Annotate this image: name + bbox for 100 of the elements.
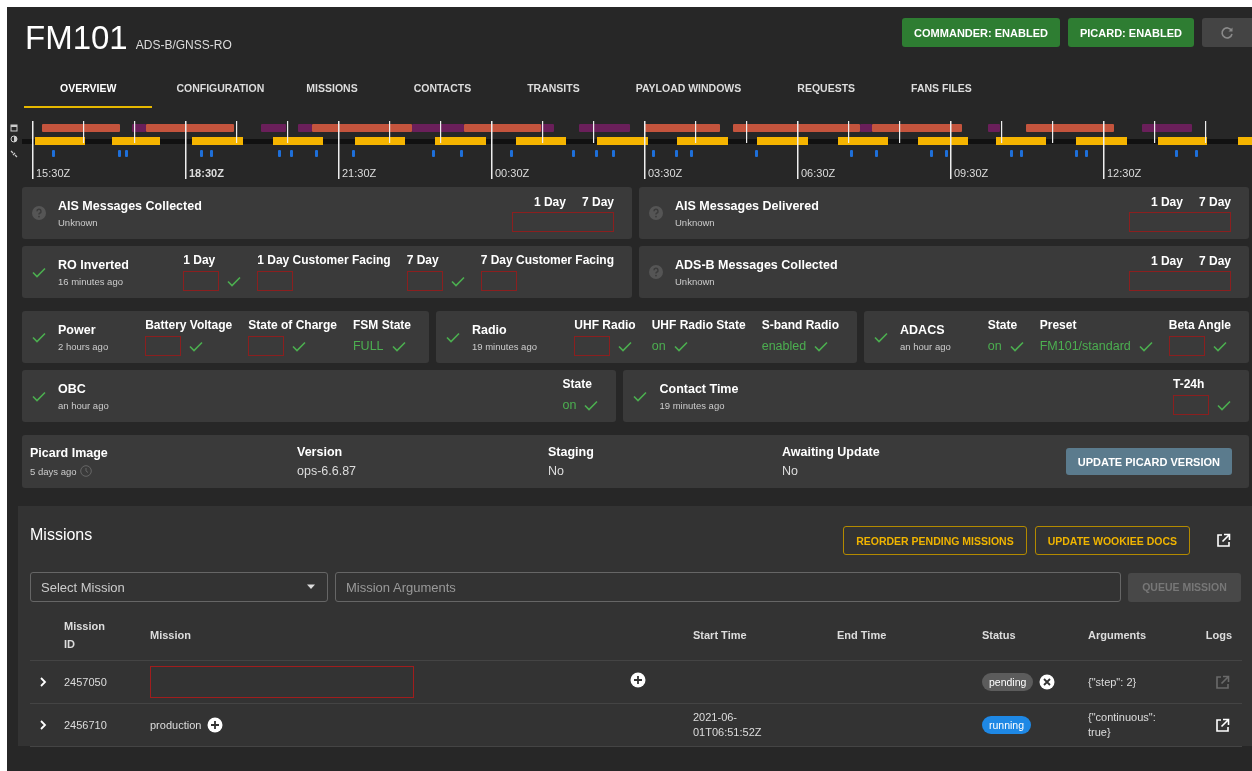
action-button[interactable]: UPDATE WOOKIEE DOCS bbox=[1034, 526, 1190, 555]
nav-tab[interactable]: FANS FILES bbox=[893, 70, 990, 108]
field-label: Beta Angle bbox=[1168, 318, 1231, 332]
field-label: 1 Day Customer Facing bbox=[257, 253, 391, 267]
nav-tab[interactable]: REQUESTS bbox=[779, 70, 874, 108]
satellite-mission-type: ADS-B/GNSS-RO bbox=[135, 38, 232, 52]
picard-updated-time: 5 days ago bbox=[30, 465, 77, 477]
card-title: OBC bbox=[58, 381, 87, 396]
nav-tab[interactable]: OVERVIEW bbox=[24, 70, 153, 108]
field-value: ops-6.6.87 bbox=[297, 464, 358, 478]
column-header: Mission bbox=[150, 629, 192, 641]
nav-tab[interactable]: CONFIGURATION bbox=[158, 70, 283, 108]
section-title: Missions bbox=[30, 526, 93, 544]
status-button[interactable]: PICARD: ENABLED bbox=[1067, 18, 1194, 47]
mission-arguments: {"continuous": true} bbox=[1088, 710, 1157, 740]
field-value: FM101/standard bbox=[1039, 339, 1131, 353]
clock-icon bbox=[80, 465, 93, 477]
column-header: Mission ID bbox=[64, 619, 106, 652]
card-updated-time: 16 minutes ago bbox=[58, 275, 124, 287]
nav-tab[interactable]: TRANSITS bbox=[509, 70, 598, 108]
satellite-icon bbox=[10, 150, 18, 158]
field-label: 1 Day bbox=[183, 253, 217, 267]
field-label: 1 Day bbox=[1150, 194, 1183, 209]
column-header: Status bbox=[982, 629, 1017, 641]
field-label: Preset bbox=[1039, 318, 1078, 332]
card-title: AIS Messages Collected bbox=[58, 198, 203, 213]
card-updated-time: Unknown bbox=[58, 216, 99, 228]
status-chip: pending bbox=[982, 673, 1034, 691]
field-label: 7 Day bbox=[581, 194, 614, 209]
card-title: AIS Messages Delivered bbox=[675, 198, 820, 213]
add-icon[interactable] bbox=[630, 672, 646, 688]
refresh-button[interactable] bbox=[1202, 18, 1252, 47]
nav-tab[interactable]: CONTACTS bbox=[395, 70, 490, 108]
field-label: 7 Day bbox=[406, 253, 440, 267]
status-button[interactable]: COMMANDER: ENABLED bbox=[902, 18, 1060, 47]
time-label: 12:30Z bbox=[1107, 167, 1142, 179]
field-value: on bbox=[651, 339, 666, 353]
picard-title: Picard Image bbox=[30, 446, 109, 460]
card-updated-time: Unknown bbox=[675, 216, 716, 228]
card-title: Power bbox=[58, 322, 97, 337]
field-value: enabled bbox=[761, 339, 807, 353]
time-label: 06:30Z bbox=[801, 167, 836, 179]
nav-tab[interactable]: PAYLOAD WINDOWS bbox=[617, 70, 760, 108]
time-label: 18:30Z bbox=[189, 167, 224, 179]
column-header: Arguments bbox=[1088, 629, 1148, 641]
field-label: 7 Day Customer Facing bbox=[480, 253, 614, 267]
column-header: End Time bbox=[837, 629, 888, 641]
expand-chevron-icon[interactable] bbox=[38, 677, 48, 687]
field-value: No bbox=[782, 464, 799, 478]
field-label: 1 Day bbox=[1150, 253, 1183, 268]
status-chip: running bbox=[982, 716, 1032, 734]
card-updated-time: Unknown bbox=[675, 275, 716, 287]
field-value: FULL bbox=[353, 339, 384, 353]
action-button[interactable]: REORDER PENDING MISSIONS bbox=[843, 526, 1027, 555]
contrast-icon bbox=[10, 135, 18, 143]
field-value: on bbox=[987, 339, 1002, 353]
time-label: 00:30Z bbox=[495, 167, 530, 179]
card-title: Contact Time bbox=[659, 381, 740, 396]
card-updated-time: 2 hours ago bbox=[58, 340, 110, 352]
arguments-field[interactable]: Mission Arguments bbox=[335, 572, 1121, 602]
card-title: Radio bbox=[472, 322, 508, 337]
field-label: S-band Radio bbox=[761, 318, 840, 332]
field-value: on bbox=[562, 398, 577, 412]
column-header: Logs bbox=[1205, 629, 1233, 641]
time-label: 09:30Z bbox=[954, 167, 989, 179]
time-label: 15:30Z bbox=[36, 167, 71, 179]
cancel-icon[interactable] bbox=[1039, 674, 1056, 690]
field-label: 7 Day bbox=[1198, 253, 1231, 268]
card-title: ADS-B Messages Collected bbox=[675, 257, 839, 272]
card-updated-time: an hour ago bbox=[58, 399, 110, 411]
card-updated-time: an hour ago bbox=[900, 340, 952, 352]
card-title: RO Inverted bbox=[58, 257, 130, 272]
field-label: State bbox=[562, 377, 593, 391]
refresh-icon bbox=[1220, 25, 1234, 40]
satellite-name: FM101 bbox=[25, 19, 128, 57]
field-label: UHF Radio bbox=[574, 318, 636, 332]
card-updated-time: 19 minutes ago bbox=[659, 399, 726, 411]
start-time: 2021-06-01T06:51:52Z bbox=[693, 710, 763, 740]
field-label: 1 Day bbox=[533, 194, 566, 209]
calendar-icon bbox=[10, 124, 18, 132]
add-icon[interactable] bbox=[207, 717, 224, 733]
field-label: Staging bbox=[548, 445, 595, 459]
mission-name: production bbox=[150, 719, 202, 731]
field-label: FSM State bbox=[353, 318, 411, 332]
external-link-icon[interactable] bbox=[1216, 533, 1231, 548]
column-header: Start Time bbox=[693, 629, 748, 641]
field-label: 7 Day bbox=[1198, 194, 1231, 209]
field-label: Awaiting Update bbox=[782, 445, 881, 459]
time-label: 21:30Z bbox=[342, 167, 377, 179]
mission-select[interactable]: Select Mission bbox=[30, 572, 328, 602]
update-version-button[interactable]: UPDATE PICARD VERSION bbox=[1065, 448, 1232, 475]
field-value: No bbox=[548, 464, 565, 478]
mission-id: 2456710 bbox=[64, 719, 108, 731]
field-label: UHF Radio State bbox=[651, 318, 746, 332]
field-label: Battery Voltage bbox=[145, 318, 233, 332]
mission-id: 2457050 bbox=[64, 676, 108, 688]
card-title: ADACS bbox=[900, 322, 946, 337]
mission-arguments: {"step": 2} bbox=[1088, 674, 1138, 690]
nav-tab[interactable]: MISSIONS bbox=[288, 70, 376, 108]
expand-chevron-icon[interactable] bbox=[38, 720, 48, 730]
